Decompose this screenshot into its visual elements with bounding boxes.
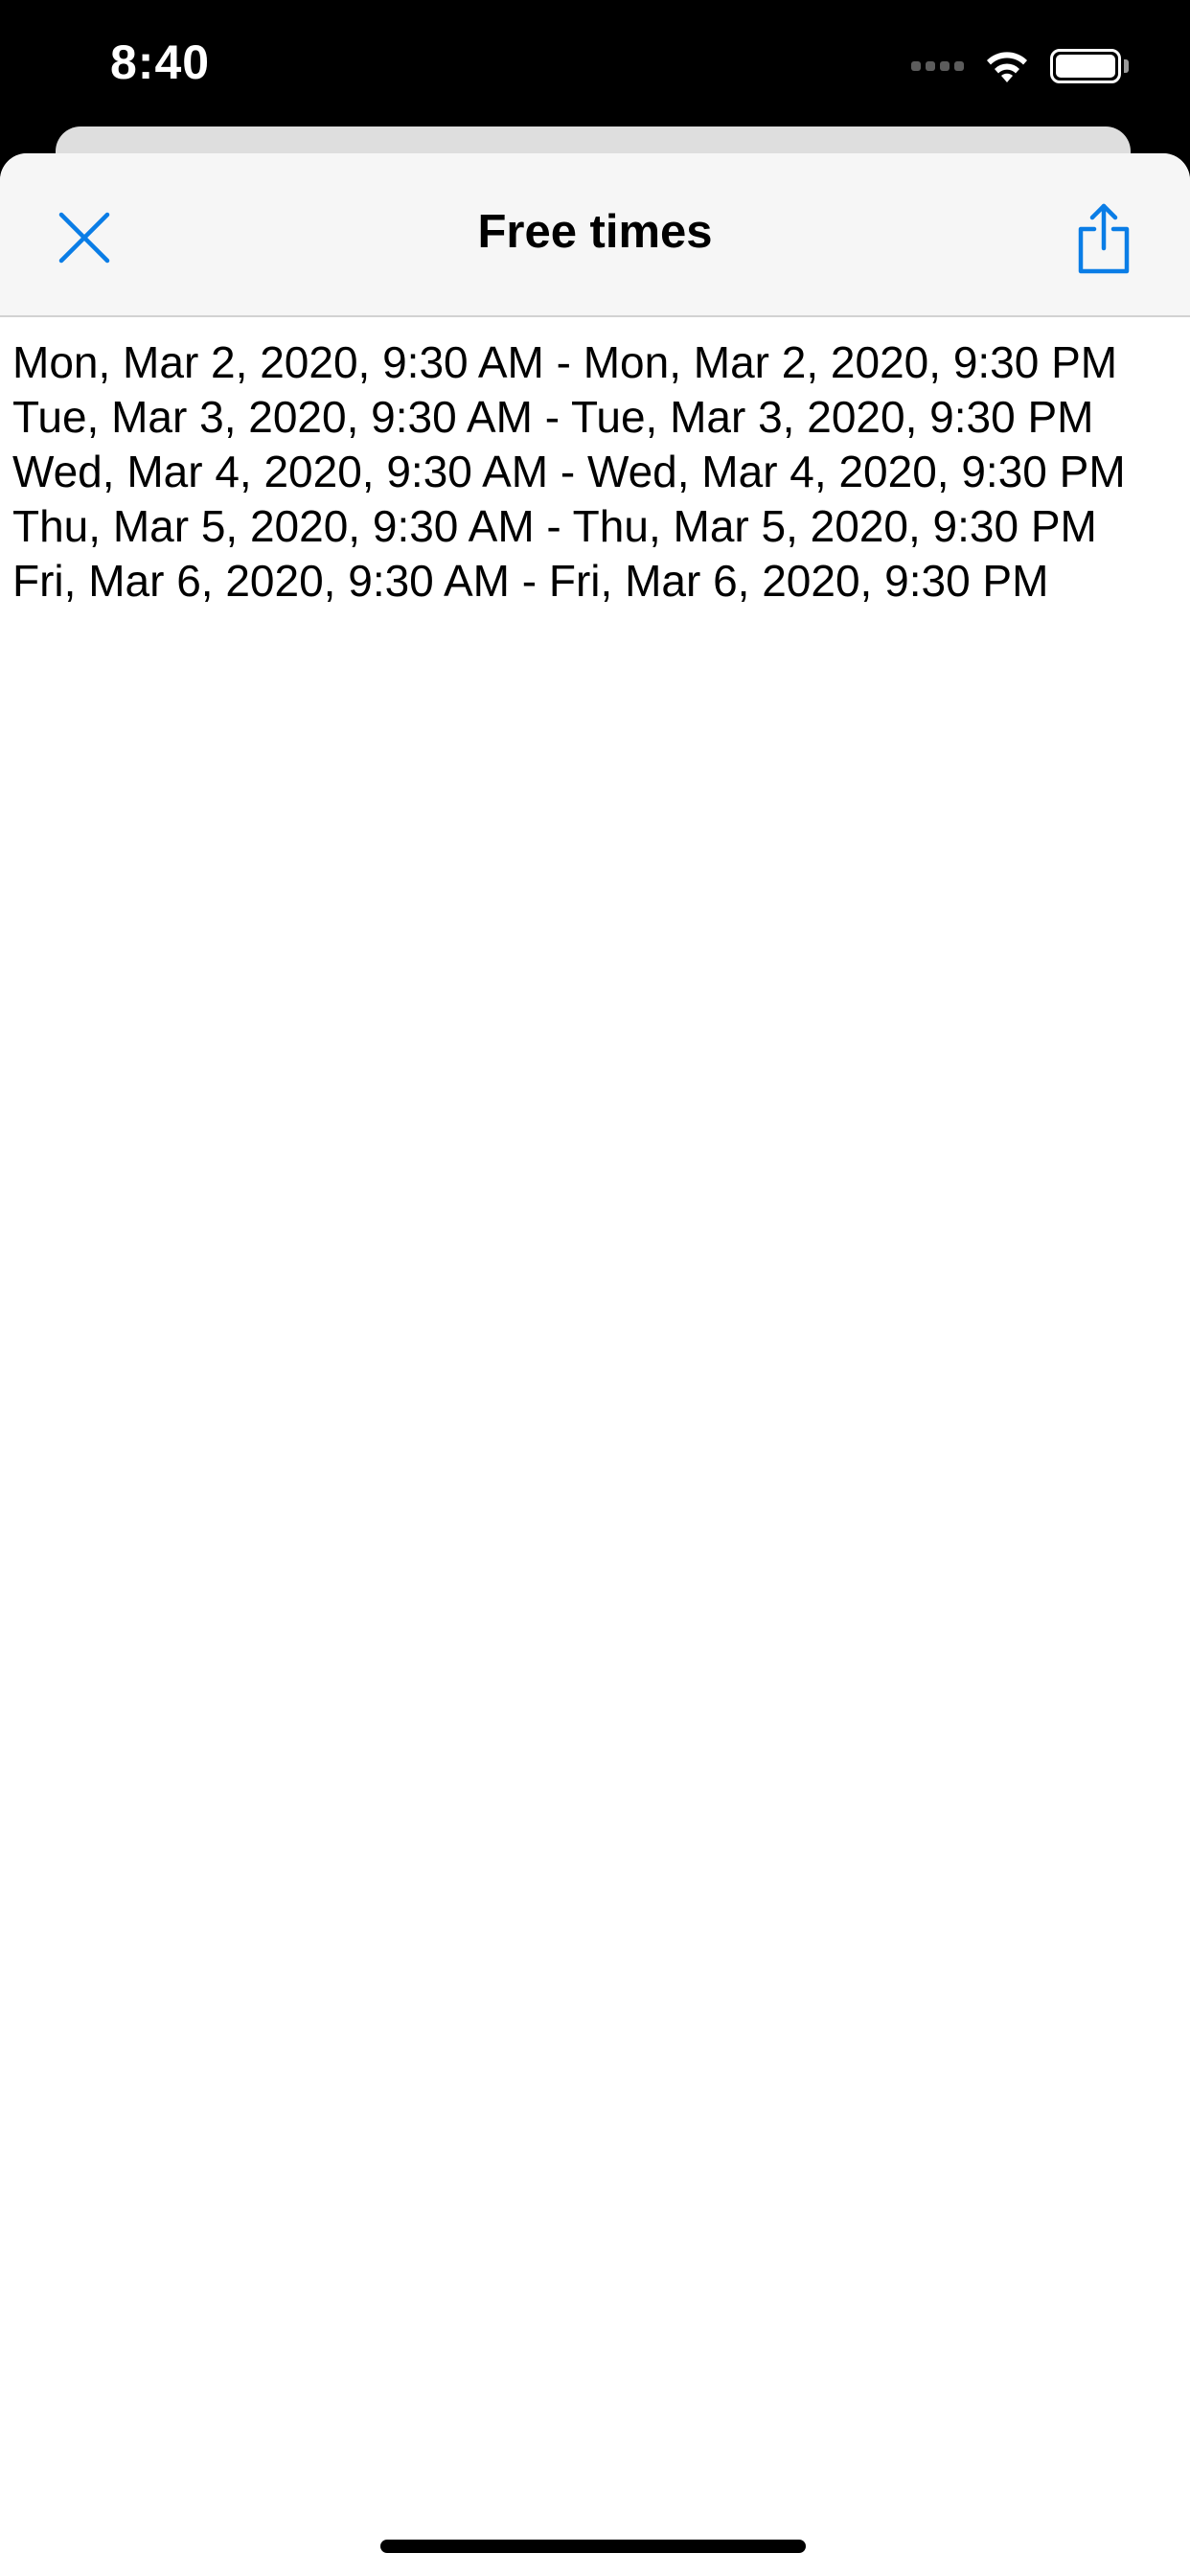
cellular-signal-icon <box>911 61 964 71</box>
free-time-item: Thu, Mar 5, 2020, 9:30 AM - Thu, Mar 5, … <box>12 501 1097 551</box>
free-time-item: Mon, Mar 2, 2020, 9:30 AM - Mon, Mar 2, … <box>12 337 1118 387</box>
free-time-item: Wed, Mar 4, 2020, 9:30 AM - Wed, Mar 4, … <box>12 447 1126 496</box>
screen: 8:40 Free times Mon, Mar 2, 2020, 9:30 A… <box>0 0 1190 2576</box>
navigation-bar: Free times <box>0 153 1190 317</box>
free-time-item: Fri, Mar 6, 2020, 9:30 AM - Fri, Mar 6, … <box>12 556 1049 606</box>
home-indicator[interactable] <box>380 2540 806 2553</box>
share-button[interactable] <box>1065 196 1142 282</box>
free-times-sheet: Free times Mon, Mar 2, 2020, 9:30 AM - M… <box>0 153 1190 2576</box>
free-times-content: Mon, Mar 2, 2020, 9:30 AM - Mon, Mar 2, … <box>12 335 1181 609</box>
status-icons <box>911 42 1129 90</box>
status-time: 8:40 <box>110 35 211 89</box>
battery-icon <box>1050 49 1129 83</box>
free-times-list: Mon, Mar 2, 2020, 9:30 AM - Mon, Mar 2, … <box>12 335 1181 609</box>
share-icon <box>1078 203 1130 274</box>
wifi-icon <box>983 48 1031 84</box>
page-title: Free times <box>477 206 713 258</box>
free-time-item: Tue, Mar 3, 2020, 9:30 AM - Tue, Mar 3, … <box>12 392 1094 442</box>
status-bar: 8:40 <box>0 0 1190 126</box>
